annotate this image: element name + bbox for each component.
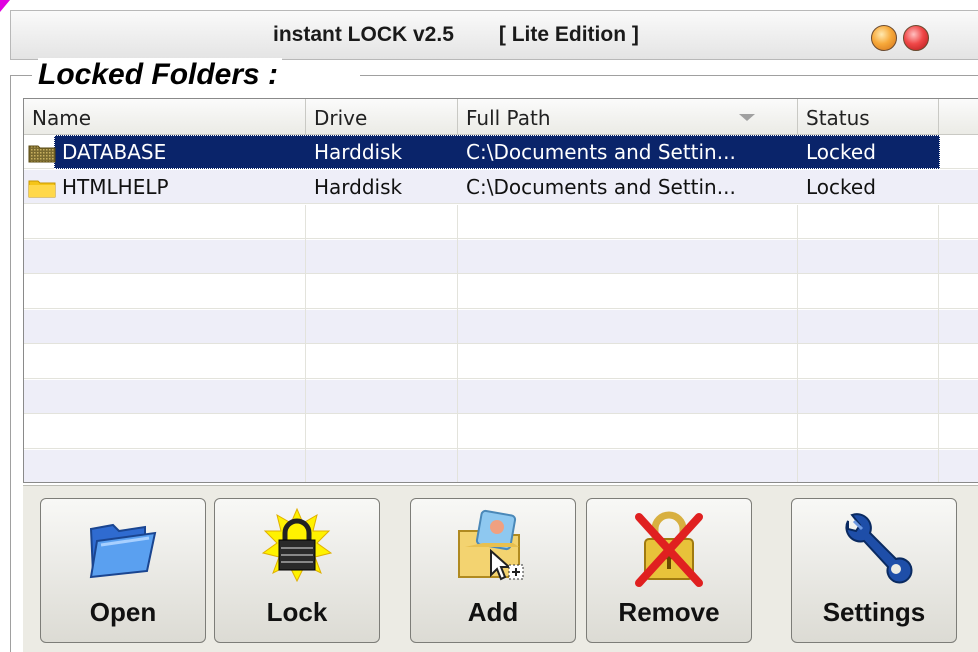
column-header-name[interactable]: Name (24, 99, 306, 135)
row-drive: Harddisk (314, 140, 403, 164)
empty-row (24, 275, 978, 309)
empty-row (24, 450, 978, 482)
group-border-top (360, 75, 978, 76)
toolbar: Open Lock Add Remove Settings (23, 485, 978, 652)
row-name: HTMLHELP (62, 175, 169, 199)
column-header-full-path-label: Full Path (466, 106, 551, 130)
remove-label: Remove (618, 597, 720, 627)
list-header: Name Drive Full Path Status (24, 99, 978, 135)
column-divider (305, 205, 306, 482)
open-label: Open (89, 597, 157, 627)
column-divider (938, 205, 939, 482)
edition-label: [ Lite Edition ] (498, 23, 639, 46)
lock-label: Lock (266, 597, 328, 627)
open-button[interactable]: Open (40, 498, 206, 643)
remove-button[interactable]: Remove (586, 498, 752, 643)
sort-descending-icon (739, 114, 755, 121)
window-title: instant LOCK v2.5 [ Lite Edition ] (273, 23, 684, 47)
column-header-full-path[interactable]: Full Path (458, 99, 798, 135)
empty-row (24, 415, 978, 449)
empty-row (24, 205, 978, 239)
folder-list[interactable]: Name Drive Full Path Status DATABASE Har… (23, 98, 978, 483)
column-divider (457, 205, 458, 482)
wrench-icon (845, 513, 913, 584)
open-folder-icon (89, 523, 157, 579)
empty-row (24, 240, 978, 274)
add-button[interactable]: Add (410, 498, 576, 643)
empty-row (24, 380, 978, 414)
settings-button[interactable]: Settings (791, 498, 957, 643)
row-name: DATABASE (62, 140, 167, 164)
padlock-icon (261, 507, 333, 583)
row-status: Locked (806, 140, 876, 164)
minimize-icon[interactable] (871, 25, 897, 51)
remove-lock-icon (635, 511, 703, 587)
settings-label: Settings (822, 597, 926, 627)
add-label: Add (467, 597, 519, 627)
table-row[interactable]: HTMLHELP Harddisk C:\Documents and Setti… (24, 170, 978, 204)
empty-row (24, 345, 978, 379)
group-border-tick (10, 75, 32, 76)
app-name: instant LOCK v2.5 (273, 23, 454, 46)
add-folder-icon (458, 509, 524, 581)
close-icon[interactable] (903, 25, 929, 51)
column-header-status[interactable]: Status (798, 99, 939, 135)
column-divider (797, 205, 798, 482)
empty-row (24, 310, 978, 344)
title-bar[interactable]: instant LOCK v2.5 [ Lite Edition ] (10, 10, 978, 60)
table-row[interactable]: DATABASE Harddisk C:\Documents and Setti… (24, 135, 978, 169)
group-title: Locked Folders : (38, 58, 283, 92)
column-header-drive[interactable]: Drive (306, 99, 458, 135)
row-drive: Harddisk (314, 175, 403, 199)
corner-mark (0, 0, 10, 12)
row-status: Locked (806, 175, 876, 199)
row-path: C:\Documents and Settin... (466, 175, 736, 199)
group-border-left (10, 75, 11, 652)
column-header-filler (939, 99, 978, 135)
lock-button[interactable]: Lock (214, 498, 380, 643)
row-path: C:\Documents and Settin... (466, 140, 736, 164)
